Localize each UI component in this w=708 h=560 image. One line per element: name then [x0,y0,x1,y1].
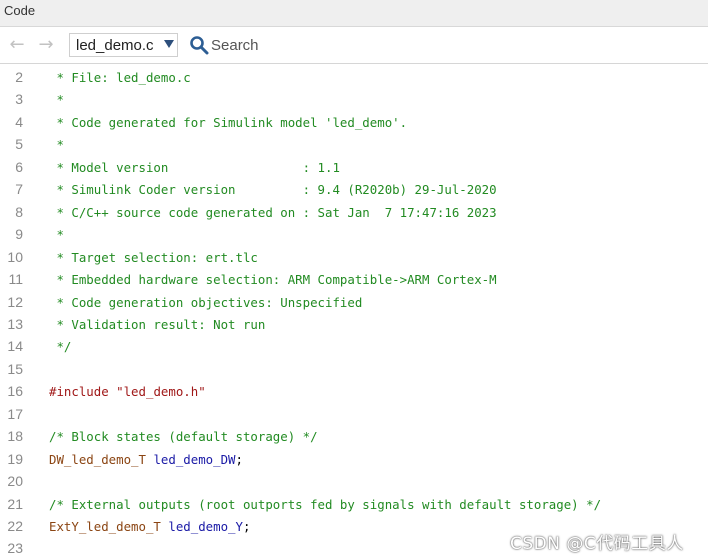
line-number: 19 [7,450,23,467]
code-line: 3 * [0,89,708,111]
line-number: 18 [7,428,23,445]
code-text: * Embedded hardware selection: ARM Compa… [49,272,497,288]
code-text: * Code generated for Simulink model 'led… [49,115,407,130]
search-box [187,33,708,57]
code-text: /* Block states (default storage) */ [49,429,318,444]
code-token: ; [242,519,251,534]
code-text: * File: led_demo.c [49,70,191,85]
line-number: 3 [15,91,23,108]
code-text: * [49,92,64,108]
code-token: * Simulink Coder version : 9.4 (R2020b) … [49,182,497,198]
code-line: 6 * Model version : 1.1 [0,157,708,179]
code-token: * Code generation objectives: Unspecifie… [49,294,363,310]
line-number: 6 [15,158,23,175]
line-number: 16 [7,383,23,400]
file-selector[interactable]: led_demo.c [69,33,178,57]
code-text: * [49,227,64,243]
code-text: DW_led_demo_T led_demo_DW; [49,452,243,467]
code-token: ExtY_led_demo_T [49,519,161,534]
code-line: 13 * Validation result: Not run [0,314,708,336]
code-text: * [49,137,64,153]
code-line: 14 */ [0,336,708,358]
back-arrow-icon[interactable]: ← [6,36,28,54]
line-number: 17 [7,405,23,422]
code-token: * Target selection: ert.tlc [49,249,258,265]
code-token: */ [49,339,72,355]
code-token: * Validation result: Not run [49,316,266,332]
code-line: 18 /* Block states (default storage) */ [0,426,708,448]
code-token: #include [49,384,117,400]
code-token: led_demo_Y [168,519,243,534]
code-text: * C/C++ source code generated on : Sat J… [49,204,497,220]
code-text: * Model version : 1.1 [49,159,340,175]
dropdown-caret-icon[interactable] [164,40,174,48]
search-icon[interactable] [189,35,209,55]
line-number: 15 [7,360,23,377]
toolbar: ← → led_demo.c [0,27,708,64]
code-line: 17 [0,404,708,426]
code-line: 12 * Code generation objectives: Unspeci… [0,292,708,314]
code-line: 10 * Target selection: ert.tlc [0,247,708,269]
code-text: /* External outputs (root outports fed b… [49,497,601,512]
code-line: 20 [0,471,708,493]
line-number: 8 [15,203,23,220]
line-number: 4 [15,113,23,130]
line-number: 21 [7,495,23,512]
code-token: * File: led_demo.c [49,70,191,85]
code-token: ; [235,451,243,467]
line-number: 11 [8,271,23,288]
line-number: 22 [7,518,23,534]
search-input[interactable] [211,33,701,57]
code-text: * Target selection: ert.tlc [49,249,258,265]
code-token: led_demo_DW [153,451,236,467]
code-token: /* External outputs (root outports fed b… [49,496,602,512]
line-number: 12 [7,293,23,310]
code-line: 8 * C/C++ source code generated on : Sat… [0,202,708,224]
code-line: 15 [0,359,708,381]
line-number: 2 [15,69,23,85]
line-number: 10 [7,248,23,265]
code-token: "led_demo.h" [116,384,206,400]
code-text: * Simulink Coder version : 9.4 (R2020b) … [49,182,497,198]
title-bar: Code [0,0,708,27]
code-view[interactable]: 2 * File: led_demo.c 3 * 4 * Code generate… [0,67,708,560]
code-token: * [49,227,64,243]
code-line: 11 * Embedded hardware selection: ARM Co… [0,269,708,291]
code-token: DW_led_demo_T [49,451,146,467]
code-line: 16 #include "led_demo.h" [0,381,708,403]
code-line: 19 DW_led_demo_T led_demo_DW; [0,449,708,471]
code-token: * [49,137,64,153]
code-text: */ [49,339,71,354]
code-line: 21 /* External outputs (root outports fed… [0,494,708,516]
line-number: 5 [15,136,23,153]
code-token: * Embedded hardware selection: ARM Compa… [49,272,497,288]
code-line: 7 * Simulink Coder version : 9.4 (R2020b… [0,179,708,201]
code-token: * C/C++ source code generated on : Sat J… [49,204,497,220]
line-number: 7 [15,181,23,198]
code-text: * Validation result: Not run [49,317,265,332]
code-text: ExtY_led_demo_T led_demo_Y; [49,519,250,534]
line-number: 23 [7,540,23,557]
code-line: 5 * [0,134,708,156]
line-number: 13 [7,315,23,332]
code-token: * Model version : 1.1 [49,159,340,175]
line-number: 9 [15,226,23,243]
window-title: Code [4,3,36,18]
code-token: * [49,92,64,108]
forward-arrow-icon[interactable]: → [35,36,57,54]
line-number: 20 [7,473,23,490]
watermark: CSDN @C代码工具人 [510,534,684,554]
code-text: * Code generation objectives: Unspecifie… [49,295,362,310]
code-token: * Code generated for Simulink model 'led… [49,114,408,130]
code-text: #include "led_demo.h" [49,384,206,399]
code-line: 2 * File: led_demo.c [0,67,708,89]
line-number: 14 [7,338,23,355]
file-selector-value: led_demo.c [76,37,154,54]
code-line: 9 * [0,224,708,246]
code-token: /* Block states (default storage) */ [49,429,318,445]
code-line: 4 * Code generated for Simulink model 'l… [0,112,708,134]
